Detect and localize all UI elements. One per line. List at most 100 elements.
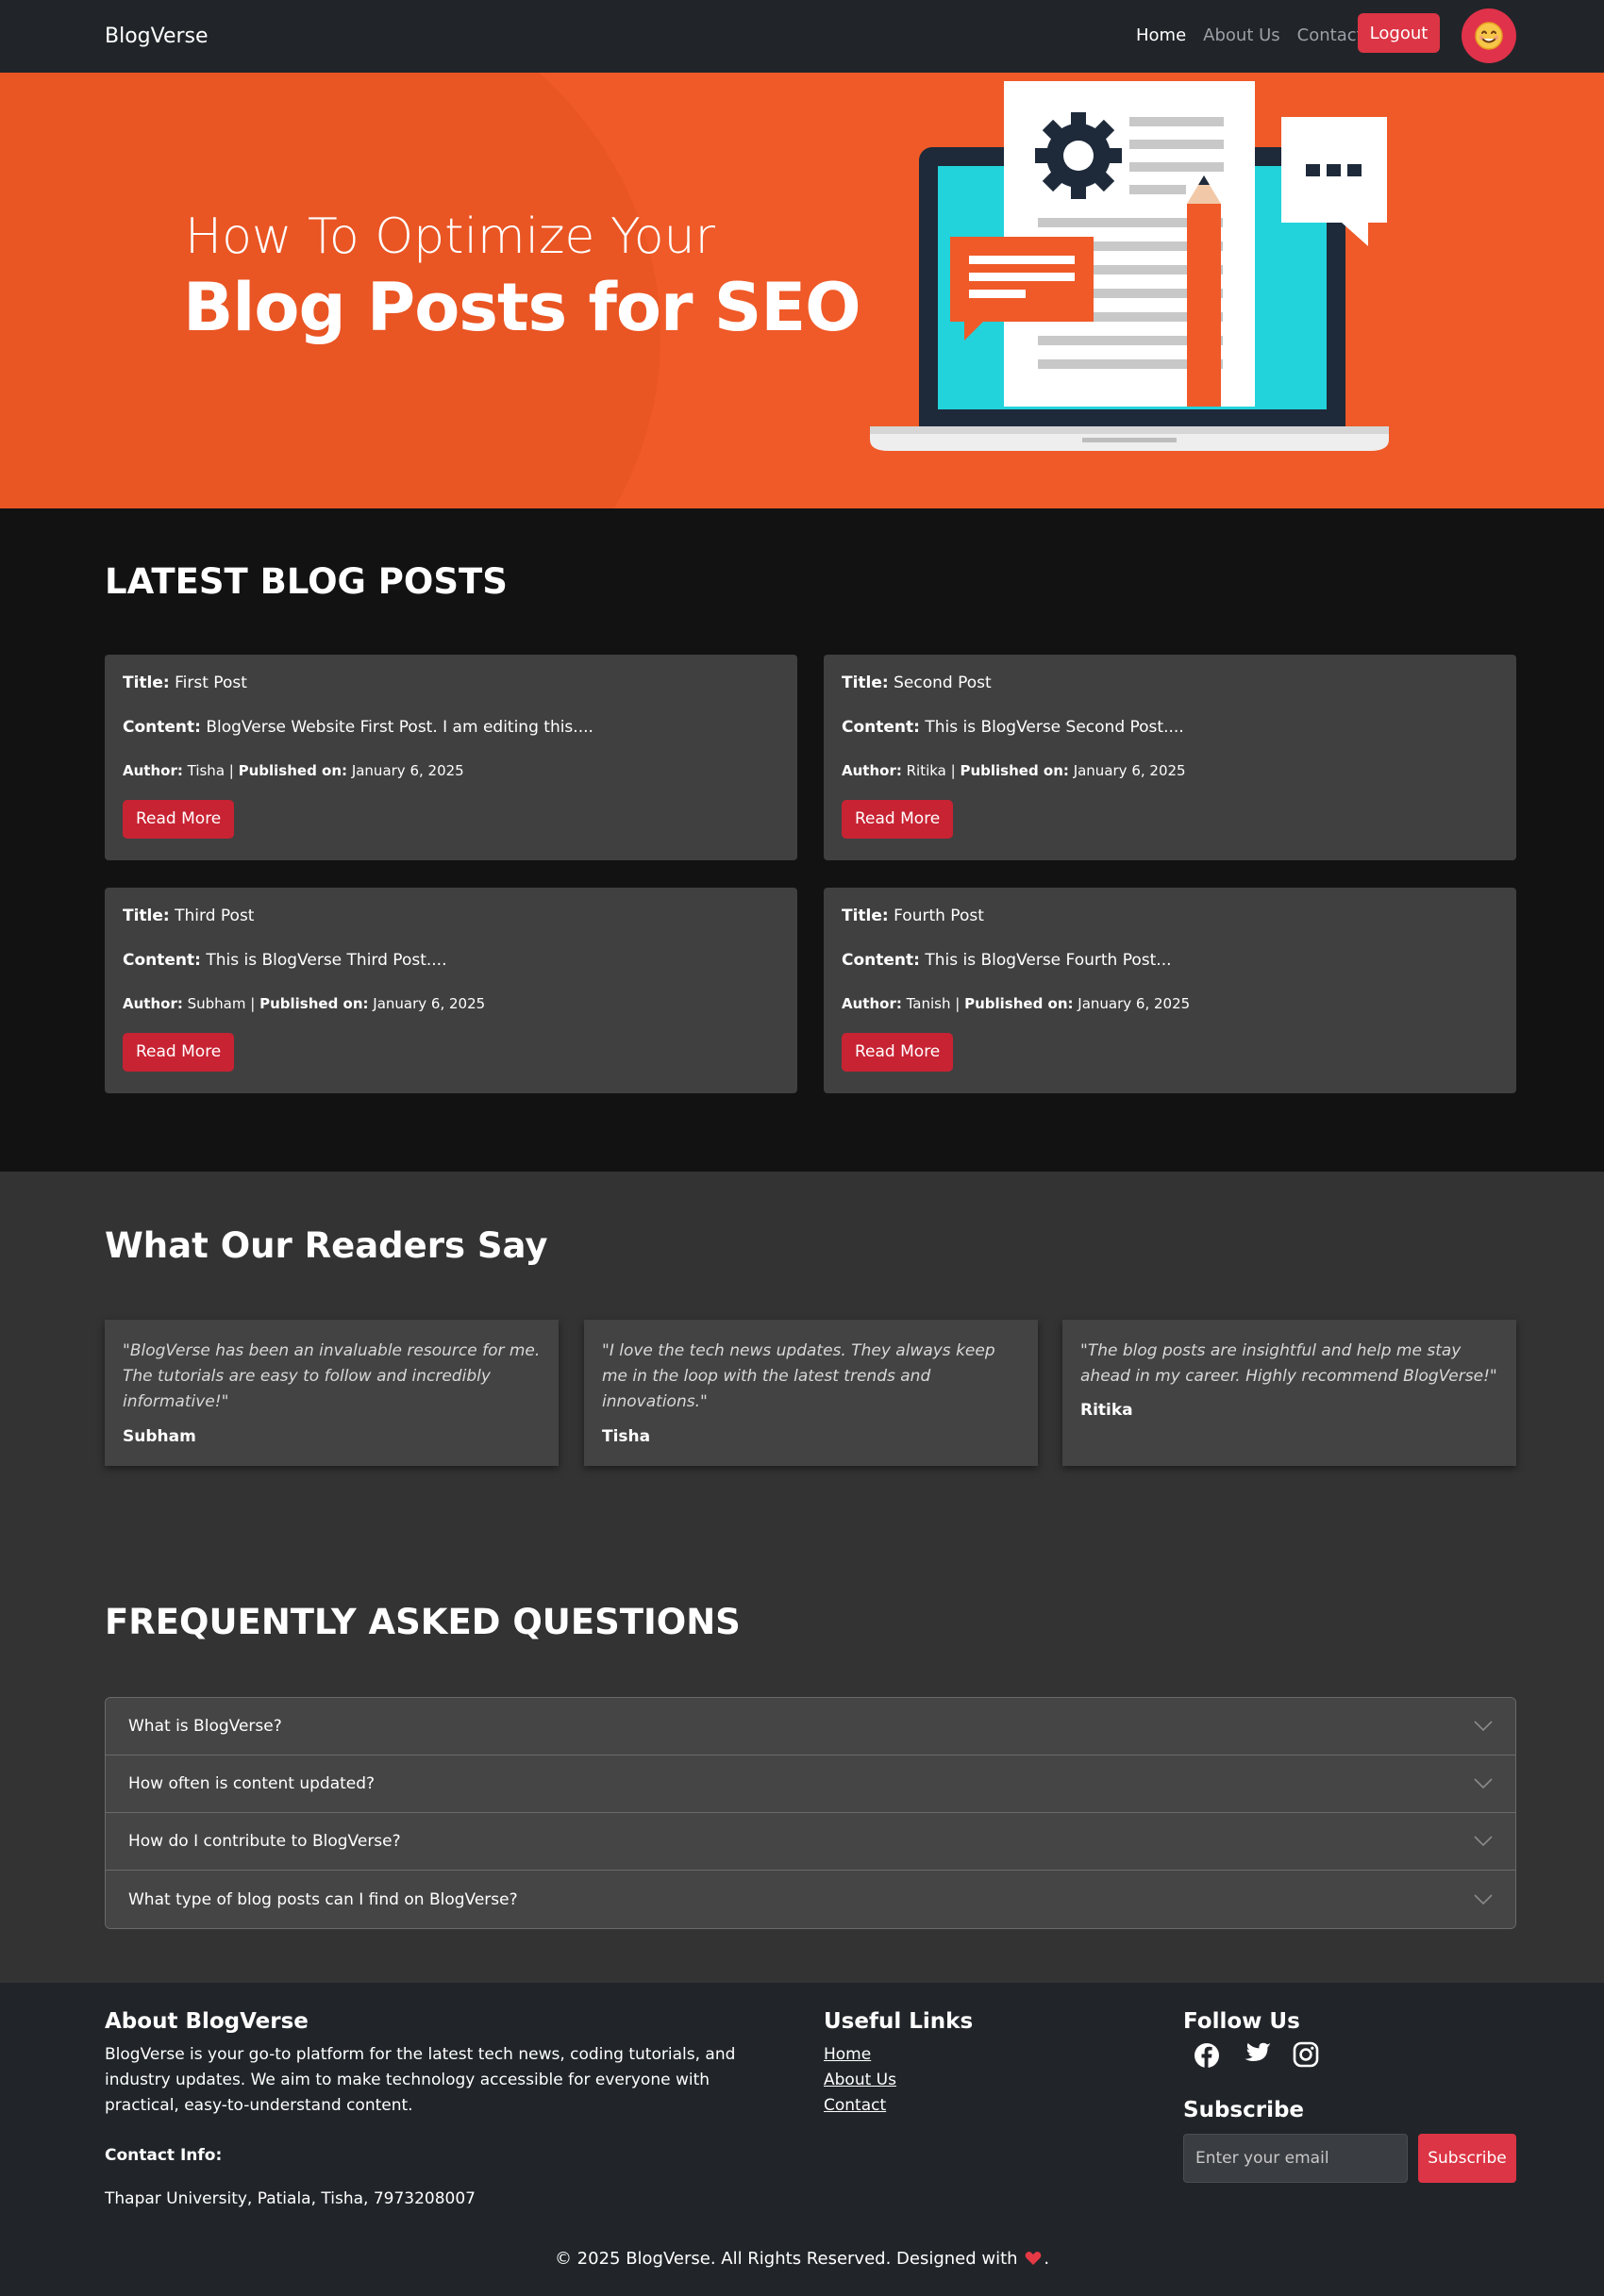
testimonials-faq-section: What Our Readers Say "BlogVerse has been… [0, 1172, 1604, 1983]
testimonial-card: "BlogVerse has been an invaluable resour… [105, 1320, 559, 1466]
hero-title-line2: Blog Posts for SEO [183, 269, 861, 346]
post-title: Second Post [894, 674, 992, 692]
pencil-icon [1187, 175, 1221, 407]
testimonials-title: What Our Readers Say [105, 1225, 548, 1266]
user-avatar[interactable] [1462, 8, 1516, 63]
post-card: Title: Third Post Content: This is BlogV… [105, 888, 797, 1093]
contact-text: Thapar University, Patiala, Tisha, 79732… [105, 2189, 476, 2208]
faq-title: FREQUENTLY ASKED QUESTIONS [105, 1602, 741, 1642]
post-content-line: Content: This is BlogVerse Second Post..… [842, 717, 1184, 737]
read-more-button[interactable]: Read More [123, 799, 235, 839]
post-content-line: Content: This is BlogVerse Third Post...… [123, 950, 447, 970]
post-card: Title: Fourth Post Content: This is Blog… [824, 888, 1516, 1093]
nav-contact-link[interactable]: Contact [1297, 25, 1363, 45]
post-content: This is BlogVerse Second Post.... [925, 717, 1184, 737]
laptop-document-illustration [870, 81, 1389, 451]
copyright-end: . [1044, 2249, 1050, 2269]
gear-icon [1035, 112, 1122, 199]
post-title-line: Title: Second Post [842, 674, 992, 692]
post-meta-line: Author: Ritika | Published on: January 6… [842, 761, 1186, 779]
chevron-down-icon [1474, 1721, 1493, 1732]
post-content: This is BlogVerse Third Post.... [206, 950, 447, 970]
hero-title-line1: How To Optimize Your [185, 208, 715, 265]
post-content: This is BlogVerse Fourth Post... [925, 950, 1172, 970]
nav-links: Home About Us Contact [1136, 25, 1363, 45]
subscribe-button[interactable]: Subscribe [1418, 2134, 1516, 2183]
footer-contact-link[interactable]: Contact [824, 2093, 896, 2119]
post-meta-line: Author: Subham | Published on: January 6… [123, 994, 486, 1012]
post-author: Tanish [906, 994, 951, 1012]
post-title-line: Title: Third Post [123, 907, 255, 925]
facebook-icon[interactable] [1193, 2041, 1221, 2070]
logout-button[interactable]: Logout [1358, 13, 1440, 53]
smiling-face-icon [1475, 22, 1503, 50]
useful-links-list: Home About Us Contact [824, 2042, 896, 2120]
faq-item[interactable]: How do I contribute to BlogVerse? [106, 1813, 1515, 1871]
testimonial-card: "The blog posts are insightful and help … [1062, 1320, 1516, 1466]
post-content: BlogVerse Website First Post. I am editi… [206, 717, 593, 737]
post-card: Title: Second Post Content: This is Blog… [824, 655, 1516, 860]
about-text: BlogVerse is your go-to platform for the… [105, 2045, 736, 2116]
post-card: Title: First Post Content: BlogVerse Web… [105, 655, 797, 860]
copyright-text: © 2025 BlogVerse. All Rights Reserved. D… [554, 2249, 1018, 2269]
testimonial-author: Ritika [1080, 1401, 1133, 1421]
post-author: Subham [187, 994, 246, 1012]
about-heading: About BlogVerse [105, 2009, 309, 2034]
testimonial-quote: "The blog posts are insightful and help … [1080, 1341, 1497, 1387]
post-title: First Post [175, 674, 247, 692]
faq-question: How often is content updated? [128, 1774, 376, 1793]
post-date: January 6, 2025 [1078, 994, 1191, 1012]
testimonial-quote: "BlogVerse has been an invaluable resour… [123, 1341, 541, 1412]
navbar: BlogVerse Home About Us Contact Logout [0, 0, 1604, 73]
post-date: January 6, 2025 [1073, 761, 1186, 779]
chevron-down-icon [1474, 1893, 1493, 1905]
testimonial-card: "I love the tech news updates. They alwa… [584, 1320, 1038, 1466]
read-more-button[interactable]: Read More [842, 1032, 954, 1072]
faq-item[interactable]: How often is content updated? [106, 1755, 1515, 1813]
faq-question: What is BlogVerse? [128, 1717, 282, 1736]
copyright: © 2025 BlogVerse. All Rights Reserved. D… [0, 2249, 1604, 2269]
faq-question: What type of blog posts can I find on Bl… [128, 1889, 518, 1909]
footer-about-link[interactable]: About Us [824, 2068, 896, 2093]
brand-logo[interactable]: BlogVerse [105, 25, 209, 48]
post-title: Fourth Post [894, 907, 984, 925]
post-content-line: Content: This is BlogVerse Fourth Post..… [842, 950, 1172, 970]
latest-posts-section: LATEST BLOG POSTS Title: First Post Cont… [0, 508, 1604, 1172]
contact-label: Contact Info: [105, 2146, 223, 2165]
post-title: Third Post [175, 907, 255, 925]
twitter-icon[interactable] [1242, 2041, 1272, 2068]
testimonial-author: Tisha [602, 1426, 651, 1446]
chevron-down-icon [1474, 1836, 1493, 1847]
post-content-line: Content: BlogVerse Website First Post. I… [123, 717, 593, 737]
post-author: Ritika [906, 761, 946, 779]
read-more-button[interactable]: Read More [842, 799, 954, 839]
post-date: January 6, 2025 [373, 994, 486, 1012]
subscribe-heading: Subscribe [1183, 2098, 1305, 2122]
post-title-line: Title: First Post [123, 674, 247, 692]
post-title-line: Title: Fourth Post [842, 907, 984, 925]
post-author: Tisha [187, 761, 226, 779]
follow-us-heading: Follow Us [1183, 2009, 1300, 2034]
post-date: January 6, 2025 [351, 761, 464, 779]
nav-about-link[interactable]: About Us [1203, 25, 1280, 45]
faq-accordion: What is BlogVerse? How often is content … [105, 1697, 1516, 1929]
footer-home-link[interactable]: Home [824, 2042, 896, 2068]
post-meta-line: Author: Tisha | Published on: January 6,… [123, 761, 464, 779]
social-links [1193, 2041, 1319, 2070]
useful-links-heading: Useful Links [824, 2009, 974, 2034]
testimonial-quote: "I love the tech news updates. They alwa… [602, 1341, 995, 1412]
testimonial-author: Subham [123, 1426, 196, 1446]
email-input[interactable] [1183, 2134, 1408, 2183]
read-more-button[interactable]: Read More [123, 1032, 235, 1072]
footer: About BlogVerse BlogVerse is your go-to … [0, 1983, 1604, 2296]
chevron-down-icon [1474, 1778, 1493, 1789]
instagram-icon[interactable] [1293, 2041, 1319, 2068]
nav-home-link[interactable]: Home [1136, 25, 1186, 45]
heart-icon [1025, 2251, 1042, 2265]
hero-banner: How To Optimize Your Blog Posts for SEO [0, 73, 1604, 508]
faq-item[interactable]: What is BlogVerse? [106, 1698, 1515, 1755]
latest-posts-title: LATEST BLOG POSTS [105, 561, 508, 602]
post-meta-line: Author: Tanish | Published on: January 6… [842, 994, 1191, 1012]
faq-item[interactable]: What type of blog posts can I find on Bl… [106, 1871, 1515, 1928]
faq-question: How do I contribute to BlogVerse? [128, 1832, 401, 1851]
